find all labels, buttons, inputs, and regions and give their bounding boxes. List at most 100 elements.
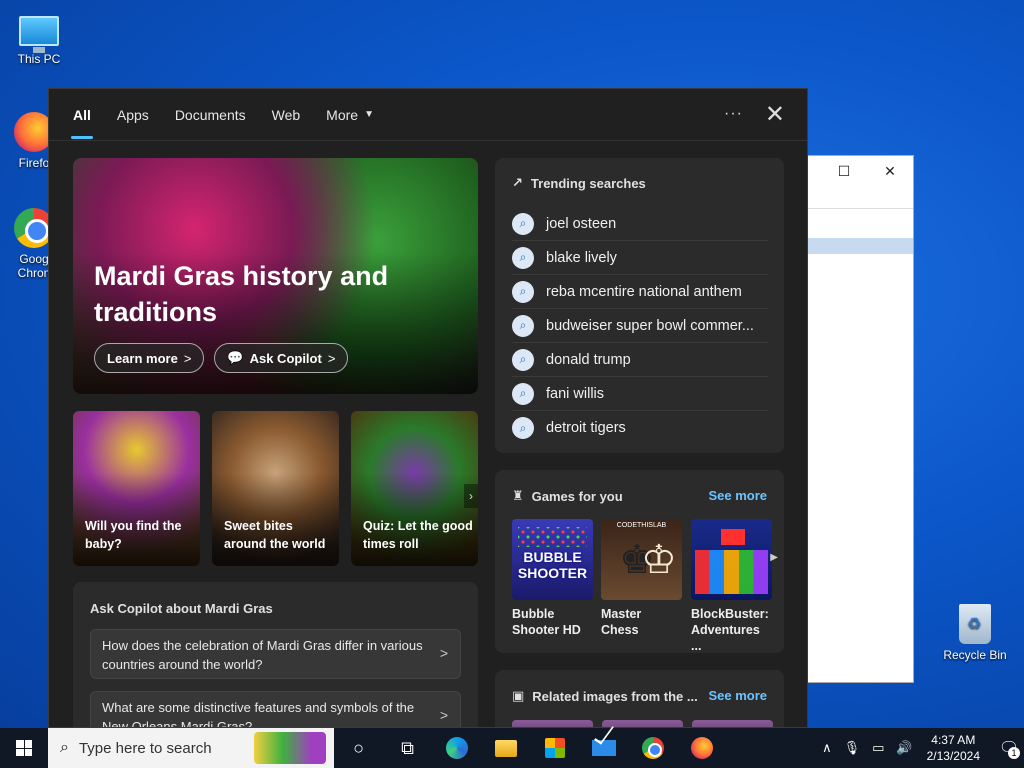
chevron-right-icon: > [327, 350, 336, 366]
tab-apps[interactable]: Apps [117, 89, 149, 141]
caret-down-icon: ▼ [364, 109, 374, 120]
chess-piece-icon: ♜ [512, 488, 524, 503]
related-image-thumb[interactable] [602, 720, 683, 727]
story-card[interactable]: Sweet bites around the world [212, 411, 339, 566]
computer-icon [19, 16, 59, 53]
story-card[interactable]: Will you find the baby? [73, 411, 200, 566]
chevron-right-icon: > [439, 645, 448, 661]
notification-center-button[interactable]: 🗨 1 [994, 728, 1024, 768]
mail-icon [591, 740, 616, 756]
chrome-icon [641, 737, 664, 759]
chevron-right-icon: > [183, 350, 192, 366]
search-icon: ⌕ [512, 314, 534, 337]
more-options-icon[interactable]: ··· [724, 105, 743, 123]
related-see-more-link[interactable]: See more [708, 688, 767, 703]
selected-row [807, 238, 913, 254]
search-icon: ⌕ [512, 417, 534, 439]
games-see-more-link[interactable]: See more [708, 488, 767, 503]
related-images: ▣ Related images from the ... See more [495, 670, 784, 727]
search-icon: ⌕ [512, 280, 534, 303]
game-tile[interactable]: CODETHISLAB ♚ ♔ Master Chess [601, 519, 682, 638]
taskbar-chrome[interactable] [628, 728, 677, 768]
chess-king-icon: ♔ [641, 538, 677, 582]
tab-more[interactable]: More ▼ [326, 89, 374, 141]
chevron-up-icon[interactable]: ∧ [822, 740, 832, 756]
related-heading: Related images from the ... [532, 688, 698, 704]
story-card[interactable]: Quiz: Let the good times roll [351, 411, 478, 566]
ask-copilot-section: Ask Copilot about Mardi Gras How does th… [73, 582, 478, 727]
taskbar-search-box[interactable]: ⌕ Type here to search [48, 728, 334, 768]
task-view-button[interactable]: ⧉ [383, 728, 432, 768]
tab-documents[interactable]: Documents [175, 89, 246, 141]
blockbuster-image [691, 519, 772, 600]
carousel-next-icon[interactable]: ▶ [770, 552, 778, 563]
taskbar: ⌕ Type here to search ○ ⧉ ∧ 🎙 ▭ 🔊 4:37 A… [0, 728, 1024, 768]
firefox-icon [690, 737, 713, 759]
taskbar-file-explorer[interactable] [481, 728, 530, 768]
system-tray: ∧ 🎙 ▭ 🔊 4:37 AM 2/13/2024 🗨 1 [816, 728, 1024, 768]
close-icon[interactable]: ✕ [765, 100, 785, 129]
recycle-bin-icon [959, 604, 991, 644]
trending-heading: Trending searches [530, 175, 646, 191]
chess-image: CODETHISLAB ♚ ♔ [601, 519, 682, 600]
network-icon[interactable]: ▭ [872, 740, 884, 756]
learn-more-button[interactable]: Learn more > [94, 343, 205, 373]
chevron-right-icon: > [439, 707, 448, 723]
trending-item[interactable]: ⌕ reba mcentire national anthem [512, 275, 768, 309]
desktop-icon-this-pc[interactable]: This PC [4, 10, 74, 66]
ask-copilot-button[interactable]: 💬 Ask Copilot > [214, 343, 349, 373]
trending-searches: ↗ Trending searches ⌕ joel osteen ⌕ blake … [495, 158, 784, 453]
game-tile[interactable]: BlockBuster: Adventures ... [691, 519, 772, 654]
trending-item[interactable]: ⌕ budweiser super bowl commer... [512, 309, 768, 343]
tab-web[interactable]: Web [272, 89, 301, 141]
carousel-next-icon[interactable]: › [464, 484, 478, 508]
background-window[interactable]: ☐ ✕ [806, 155, 914, 683]
trending-item[interactable]: ⌕ donald trump [512, 343, 768, 377]
bubble-shooter-image: BUBBLE SHOOTER [512, 519, 593, 600]
windows-logo-icon [16, 740, 32, 756]
background-window-titlebar: ☐ ✕ [807, 156, 913, 186]
tab-all[interactable]: All [71, 89, 93, 141]
related-image-thumb[interactable] [512, 720, 593, 727]
trending-icon: ↗ [512, 175, 523, 190]
start-button[interactable] [0, 728, 48, 768]
hero-title: Mardi Gras history and traditions [94, 261, 389, 327]
search-tabs: All Apps Documents Web More ▼ ··· ✕ [49, 89, 807, 141]
game-tile[interactable]: BUBBLE SHOOTER Bubble Shooter HD [512, 519, 593, 638]
microphone-icon[interactable]: 🎙 [844, 740, 861, 756]
trending-item[interactable]: ⌕ detroit tigers [512, 411, 768, 445]
mardi-gras-mask-image [254, 732, 326, 764]
search-icon: ⌕ [512, 246, 534, 269]
trending-item[interactable]: ⌕ joel osteen [512, 207, 768, 241]
store-icon [544, 738, 565, 758]
trending-item[interactable]: ⌕ blake lively [512, 241, 768, 275]
volume-icon[interactable]: 🔊 [896, 740, 912, 756]
copilot-question[interactable]: What are some distinctive features and s… [90, 691, 461, 727]
copilot-question[interactable]: How does the celebration of Mardi Gras d… [90, 629, 461, 679]
taskbar-mail[interactable] [579, 728, 628, 768]
search-icon: ⌕ [512, 348, 534, 371]
maximize-icon[interactable]: ☐ [821, 163, 867, 180]
taskbar-store[interactable] [530, 728, 579, 768]
games-for-you: ♜ Games for you See more BUBBLE SHOOTER … [495, 470, 784, 653]
edge-icon [445, 737, 468, 759]
chat-bubble-icon: 💬 [227, 350, 244, 365]
search-icon: ⌕ [512, 382, 534, 405]
story-cards: Will you find the baby? Sweet bites arou… [73, 411, 478, 566]
search-panel: All Apps Documents Web More ▼ ··· ✕ Mardi… [48, 88, 808, 728]
search-icon: ⌕ [512, 212, 534, 235]
search-icon: ⌕ [60, 739, 69, 756]
related-image-thumb[interactable] [692, 720, 773, 727]
games-heading: Games for you [531, 488, 623, 504]
desktop-icon-recycle-bin[interactable]: Recycle Bin [940, 604, 1010, 662]
image-icon: ▣ [512, 688, 525, 703]
copilot-heading: Ask Copilot about Mardi Gras [90, 601, 273, 616]
circle-icon: ○ [353, 737, 364, 758]
taskbar-edge[interactable] [432, 728, 481, 768]
hero-card[interactable]: Mardi Gras history and traditions Learn … [73, 158, 478, 394]
cortana-button[interactable]: ○ [334, 728, 383, 768]
close-icon[interactable]: ✕ [867, 163, 913, 180]
taskbar-firefox[interactable] [677, 728, 726, 768]
trending-item[interactable]: ⌕ fani willis [512, 377, 768, 411]
clock[interactable]: 4:37 AM 2/13/2024 [927, 732, 980, 764]
